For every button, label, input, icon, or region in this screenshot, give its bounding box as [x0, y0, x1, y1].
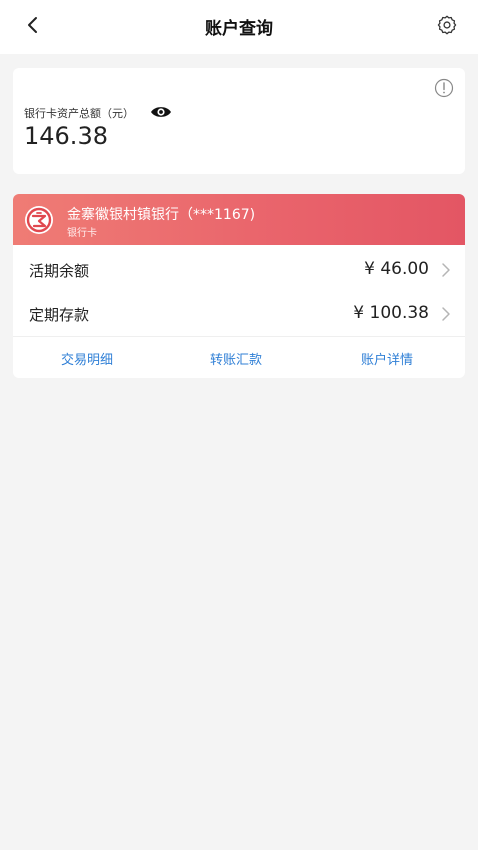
fixed-deposit-label: 定期存款 — [29, 306, 90, 324]
account-actions: 交易明细 转账汇款 账户详情 — [13, 337, 465, 378]
chevron-right-icon — [441, 306, 451, 322]
info-icon — [434, 78, 454, 102]
account-details-link[interactable]: 账户详情 — [361, 349, 413, 368]
fixed-deposit-value: ¥ 100.38 — [353, 303, 429, 323]
transfer-link[interactable]: 转账汇款 — [210, 349, 262, 368]
top-bar: 账户查询 — [0, 0, 478, 54]
assets-total-amount: 146.38 — [24, 122, 108, 150]
transaction-details-link[interactable]: 交易明细 — [61, 349, 113, 368]
assets-label-row: 银行卡资产总额（元） — [24, 102, 172, 124]
current-balance-value: ¥ 46.00 — [364, 259, 429, 279]
fixed-deposit-row[interactable]: 定期存款 ¥ 100.38 — [13, 292, 465, 336]
eye-icon — [150, 104, 172, 123]
info-button[interactable] — [434, 78, 456, 100]
current-balance-row[interactable]: 活期余额 ¥ 46.00 — [13, 248, 465, 292]
bank-logo-icon — [24, 205, 54, 235]
bank-account-card: 金寨徽银村镇银行（***1167) 银行卡 活期余额 ¥ 46.00 定期存款 … — [13, 194, 465, 378]
toggle-visibility-button[interactable] — [150, 102, 172, 124]
current-balance-label: 活期余额 — [29, 262, 90, 280]
bank-name: 金寨徽银村镇银行（***1167) — [67, 207, 256, 223]
card-type-label: 银行卡 — [67, 228, 97, 239]
assets-total-label: 银行卡资产总额（元） — [24, 107, 134, 120]
gear-icon — [436, 14, 458, 40]
settings-button[interactable] — [432, 12, 462, 42]
assets-card: 银行卡资产总额（元） 146.38 — [13, 68, 465, 174]
chevron-right-icon — [441, 262, 451, 278]
page-title: 账户查询 — [205, 19, 273, 39]
bank-card-header[interactable]: 金寨徽银村镇银行（***1167) 银行卡 — [13, 194, 465, 245]
